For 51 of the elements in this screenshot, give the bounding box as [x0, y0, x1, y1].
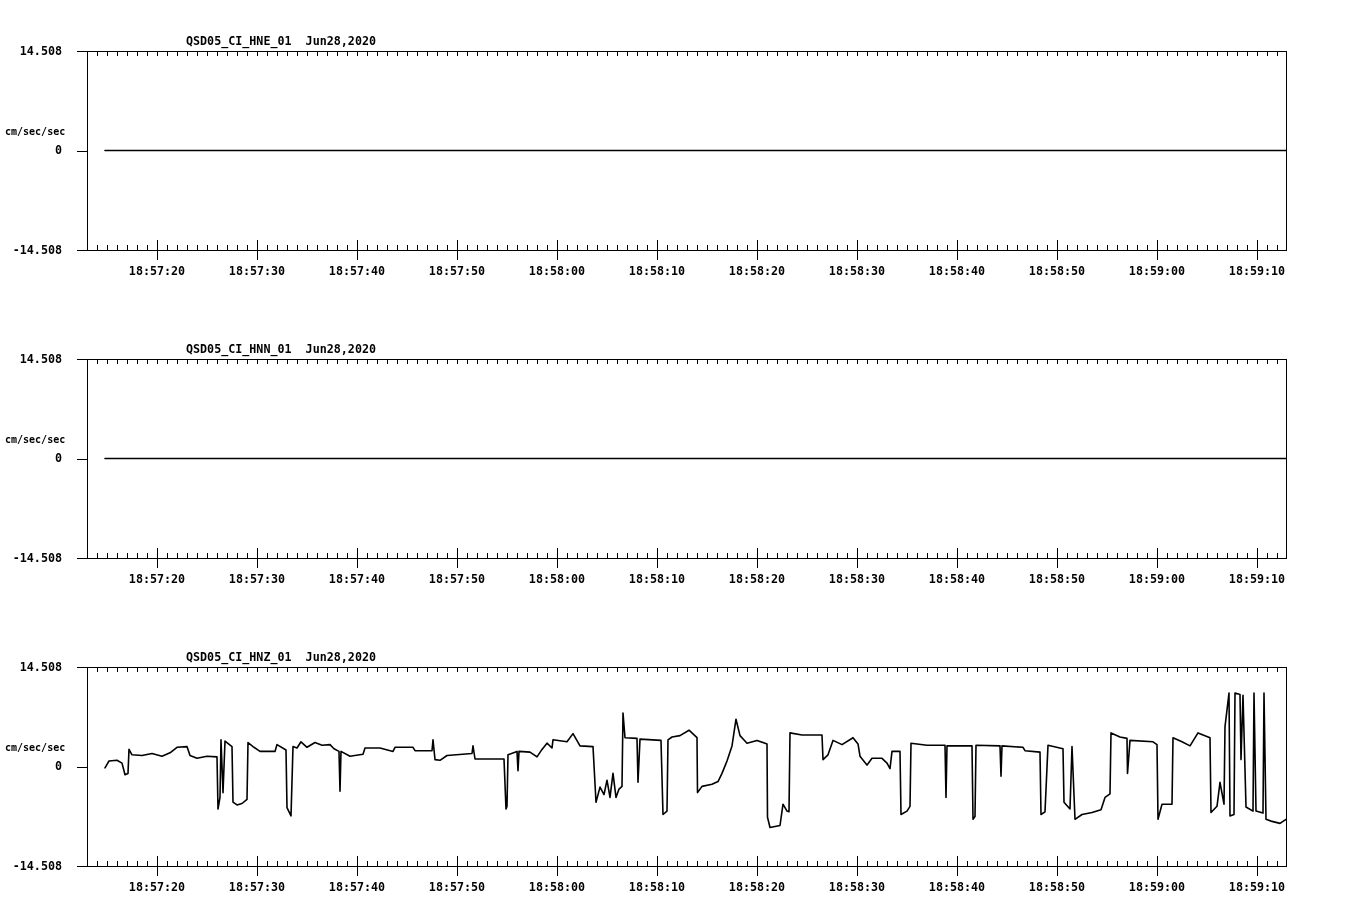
y-tick-label: 0: [54, 143, 62, 157]
x-tick-label: 18:58:50: [1028, 263, 1086, 278]
x-tick-label: 18:58:10: [628, 571, 686, 586]
x-tick-label: 18:58:20: [728, 263, 786, 278]
x-tick-label: 18:57:20: [128, 571, 186, 586]
x-tick-label: 18:57:30: [228, 263, 286, 278]
x-tick-label: 18:58:20: [728, 879, 786, 894]
x-tick-label: 18:58:30: [828, 879, 886, 894]
x-tick-label: 18:57:30: [228, 879, 286, 894]
x-tick-label: 18:57:30: [228, 571, 286, 586]
x-tick-label: 18:58:40: [928, 571, 986, 586]
x-tick-label: 18:58:00: [528, 571, 586, 586]
x-tick-label: 18:58:50: [1028, 879, 1086, 894]
y-tick-label: 14.508: [19, 351, 62, 366]
chart-title: QSD05_CI_HNN_01 Jun28,2020: [186, 341, 376, 356]
x-tick-label: 18:58:20: [728, 571, 786, 586]
x-tick-label: 18:59:00: [1128, 879, 1186, 894]
y-tick-label: 14.508: [19, 43, 62, 58]
y-tick-label: -14.508: [12, 242, 62, 257]
x-tick-label: 18:58:40: [928, 879, 986, 894]
chart-title: QSD05_CI_HNZ_01 Jun28,2020: [186, 649, 376, 664]
x-tick-label: 18:57:50: [428, 879, 486, 894]
x-tick-label: 18:57:50: [428, 571, 486, 586]
x-tick-label: 18:57:20: [128, 879, 186, 894]
x-tick-label: 18:57:20: [128, 263, 186, 278]
x-tick-label: 18:58:50: [1028, 571, 1086, 586]
y-tick-label: -14.508: [12, 858, 62, 873]
x-tick-label: 18:58:30: [828, 571, 886, 586]
x-tick-label: 18:58:30: [828, 263, 886, 278]
y-axis-label: cm/sec/sec: [5, 742, 66, 753]
x-tick-label: 18:58:10: [628, 879, 686, 894]
y-tick-label: 14.508: [19, 659, 62, 674]
y-axis-label: cm/sec/sec: [5, 434, 66, 445]
x-tick-label: 18:59:00: [1128, 263, 1186, 278]
x-tick-label: 18:59:10: [1228, 571, 1286, 586]
x-tick-label: 18:57:40: [328, 263, 386, 278]
x-tick-label: 18:59:10: [1228, 263, 1286, 278]
x-tick-label: 18:57:40: [328, 879, 386, 894]
x-tick-label: 18:58:10: [628, 263, 686, 278]
y-axis-label: cm/sec/sec: [5, 126, 66, 137]
y-tick-label: 0: [54, 759, 62, 773]
x-tick-label: 18:57:50: [428, 263, 486, 278]
chart-title: QSD05_CI_HNE_01 Jun28,2020: [186, 33, 376, 48]
x-tick-label: 18:59:00: [1128, 571, 1186, 586]
y-tick-label: -14.508: [12, 550, 62, 565]
x-tick-label: 18:59:10: [1228, 879, 1286, 894]
y-tick-label: 0: [54, 451, 62, 465]
x-tick-label: 18:58:40: [928, 263, 986, 278]
x-tick-label: 18:57:40: [328, 571, 386, 586]
x-tick-label: 18:58:00: [528, 263, 586, 278]
x-tick-label: 18:58:00: [528, 879, 586, 894]
